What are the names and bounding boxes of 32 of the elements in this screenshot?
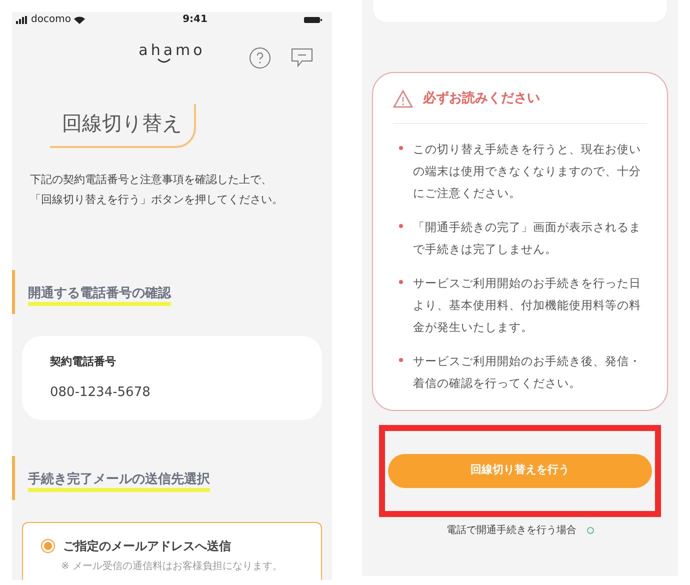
phone-number: 080-1234-5678: [50, 384, 152, 402]
signal-icon: [16, 16, 28, 24]
bullet-icon: [399, 280, 403, 284]
logo: ahamo: [138, 42, 206, 58]
bullet-icon: [399, 224, 403, 228]
notice-item: この切り替え手続きを行うと、現在お使いの端末は使用できなくなりますので、十分にご注意ください。: [413, 140, 642, 202]
page-title: 回線切り替え: [50, 104, 196, 148]
carrier-name: docomo: [31, 13, 71, 27]
notice-item: サービスご利用開始のお手続きを行った日より、基本使用料、付加機能使用料等の料金が発生いたします。: [413, 274, 642, 336]
chat-icon[interactable]: [290, 47, 314, 69]
field-label: 契約電話番号: [50, 354, 117, 370]
help-icon[interactable]: [249, 47, 271, 69]
phone-procedure-link[interactable]: 電話で開通手続きを行う場合: [446, 522, 576, 538]
option-note: ※ メール受信の通信料はお客様負担になります。: [60, 560, 284, 574]
notice-title: 必ずお読みください: [423, 90, 540, 108]
option-label: ご指定のメールアドレスへ送信: [63, 538, 231, 555]
radio-button[interactable]: [41, 539, 55, 553]
notice-item: サービスご利用開始のお手続き後、発信・着信の確認を行ってください。: [413, 352, 642, 392]
status-time: 9:41: [182, 13, 208, 27]
warning-icon: [393, 90, 413, 108]
battery-icon: [304, 16, 322, 24]
description-line: 下記の契約電話番号と注意事項を確認した上で、: [30, 172, 273, 188]
radio-option[interactable]: ご指定のメールアドレスへ送信 ※ メール受信の通信料はお客様負担になります。: [22, 522, 322, 580]
bullet-icon: [399, 146, 403, 150]
info-icon: [586, 526, 594, 534]
wifi-icon: [74, 16, 85, 24]
smile-icon: [157, 58, 171, 62]
section-heading: 開通する電話番号の確認: [28, 286, 171, 306]
description-line: 「回線切り替えを行う」ボタンを押してください。: [30, 192, 284, 208]
notice-item: 「開通手続きの完了」画面が表示されるまで手続きは完了しません。: [413, 218, 642, 258]
section-heading: 手続き完了メールの送信先選択: [28, 472, 210, 492]
bullet-icon: [399, 358, 403, 362]
